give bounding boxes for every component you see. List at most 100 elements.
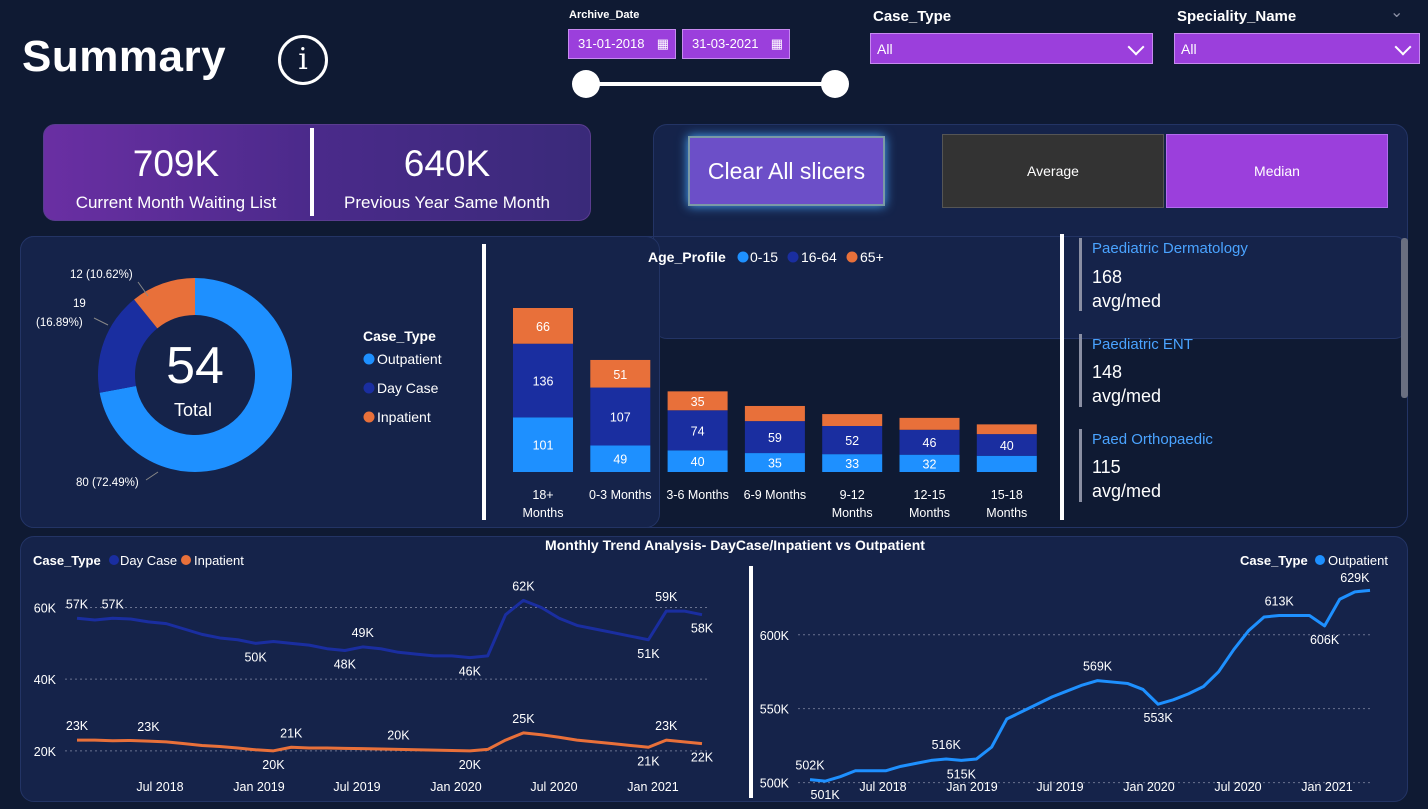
x-tick-label: Jul 2019 [1036, 780, 1083, 794]
line-daycase[interactable] [76, 598, 703, 660]
data-point-label: 57K [66, 597, 89, 611]
speciality-value: 115 [1092, 457, 1121, 477]
data-point-label: 48K [334, 658, 357, 672]
divider-line [482, 244, 486, 520]
clear-slicers-button[interactable]: Clear All slicers [688, 136, 885, 206]
x-tick-label: Jul 2020 [1214, 780, 1261, 794]
bar-value-label: 40 [1000, 439, 1014, 453]
speciality-name[interactable]: Paediatric ENT [1092, 336, 1193, 353]
data-point-label: 51K [637, 647, 660, 661]
speciality-name[interactable]: Paediatric Dermatology [1092, 240, 1248, 257]
slice-label-outpatient: 80 (72.49%) [76, 477, 139, 489]
data-point-label: 501K [811, 788, 841, 800]
legend-daycase[interactable]: Day Case [377, 380, 439, 396]
divider-line [1060, 234, 1064, 520]
legend-dot-daycase [363, 382, 375, 394]
bar-category-label: Months [909, 506, 950, 520]
bar-value-label: 40 [691, 455, 705, 469]
donut-chart: 54 Total 12 (10.62%) 19 (16.89%) 80 (72.… [36, 269, 442, 489]
average-button[interactable]: Average [942, 134, 1164, 208]
x-tick-label: Jan 2020 [430, 780, 481, 794]
bar-value-label: 74 [691, 424, 705, 438]
calendar-icon[interactable]: ▦ [657, 30, 669, 58]
data-point-label: 553K [1144, 711, 1174, 725]
legend-0-15[interactable]: 0-15 [750, 249, 778, 265]
data-point-label: 21K [637, 754, 660, 768]
legend-dot-0-15 [737, 251, 749, 263]
bar-65plus[interactable] [744, 405, 805, 422]
bar-value-label: 35 [768, 457, 782, 471]
date-range-slider[interactable] [585, 82, 835, 86]
scrollbar[interactable] [1401, 238, 1408, 398]
info-icon[interactable]: i [278, 35, 328, 85]
legend-inpatient[interactable]: Inpatient [194, 553, 244, 568]
chevron-down-icon [1394, 38, 1412, 56]
data-point-label: 23K [137, 720, 160, 734]
x-tick-label: Jul 2018 [859, 780, 906, 794]
start-date-input[interactable]: 31-01-2018 ▦ [568, 29, 676, 59]
bar-category-label: 0-3 Months [589, 488, 652, 502]
speciality-marker [1079, 334, 1082, 407]
x-tick-label: Jan 2019 [946, 780, 997, 794]
legend-dot-inpatient [181, 555, 191, 565]
data-point-label: 58K [691, 622, 714, 636]
bar-value-label: 107 [610, 411, 631, 425]
data-point-label: 50K [244, 650, 267, 664]
legend-outpatient[interactable]: Outpatient [1328, 553, 1388, 568]
line-outpatient[interactable] [809, 588, 1371, 783]
x-tick-label: Jul 2018 [136, 780, 183, 794]
case-type-value: All [877, 41, 893, 57]
slider-end-handle[interactable] [821, 70, 849, 98]
legend-outpatient[interactable]: Outpatient [377, 351, 442, 367]
legend-65plus[interactable]: 65+ [860, 249, 884, 265]
bar-category-label: 6-9 Months [744, 488, 807, 502]
bar-65plus[interactable] [976, 424, 1037, 435]
slider-start-handle[interactable] [572, 70, 600, 98]
bar-value-label: 136 [533, 375, 554, 389]
bar-category-label: Months [523, 506, 564, 520]
donut-center-value: 54 [166, 337, 224, 395]
data-point-label: 25K [512, 712, 535, 726]
bar-65plus[interactable] [899, 417, 960, 430]
data-point-label: 62K [512, 579, 535, 593]
bar-65plus[interactable] [822, 414, 883, 426]
legend-16-64[interactable]: 16-64 [801, 249, 837, 265]
end-date-input[interactable]: 31-03-2021 ▦ [682, 29, 790, 59]
x-tick-label: Jul 2019 [333, 780, 380, 794]
case-type-dropdown[interactable]: All [870, 33, 1153, 64]
start-date-value: 31-01-2018 [578, 36, 645, 51]
legend-dot-daycase [109, 555, 119, 565]
bar-value-label: 59 [768, 431, 782, 445]
speciality-value: 148 [1092, 362, 1123, 382]
current-month-label: Current Month Waiting List [75, 193, 277, 212]
page-title: Summary [22, 32, 227, 81]
data-point-label: 46K [459, 665, 482, 679]
trend-legend-title: Case_Type [1240, 553, 1308, 568]
daycase-inpatient-trend-chart: Case_Type Day Case Inpatient 60K 40K 20K Ju… [33, 553, 714, 794]
y-tick-label: 600K [760, 629, 790, 643]
data-point-label: 49K [352, 626, 375, 640]
data-point-label: 569K [1083, 660, 1113, 674]
data-point-label: 516K [932, 738, 962, 752]
speciality-marker [1079, 238, 1082, 311]
legend-daycase[interactable]: Day Case [120, 553, 177, 568]
collapse-icon[interactable]: ⌄ [1390, 2, 1403, 21]
data-point-label: 515K [947, 767, 977, 781]
donut-center-label: Total [174, 400, 212, 420]
legend-inpatient[interactable]: Inpatient [377, 409, 431, 425]
bar-0-15[interactable] [976, 455, 1037, 472]
bar-value-label: 52 [845, 434, 859, 448]
data-point-label: 20K [387, 728, 410, 742]
bar-category-label: 12-15 [914, 488, 946, 502]
bar-category-label: 9-12 [840, 488, 865, 502]
calendar-icon[interactable]: ▦ [771, 30, 783, 58]
data-point-label: 23K [66, 719, 89, 733]
speciality-name[interactable]: Paed Orthopaedic [1092, 431, 1213, 448]
legend-dot-inpatient [363, 411, 375, 423]
speciality-value: 168 [1092, 267, 1123, 287]
archive-date-label: Archive_Date [569, 9, 640, 21]
waiting-time-bar-chart: Age_Profile 0-15 16-64 65+ 101 136 66 18+ Mo… [513, 249, 1037, 520]
speciality-dropdown[interactable]: All [1174, 33, 1420, 64]
median-button[interactable]: Median [1166, 134, 1388, 208]
data-point-label: 629K [1340, 571, 1370, 585]
